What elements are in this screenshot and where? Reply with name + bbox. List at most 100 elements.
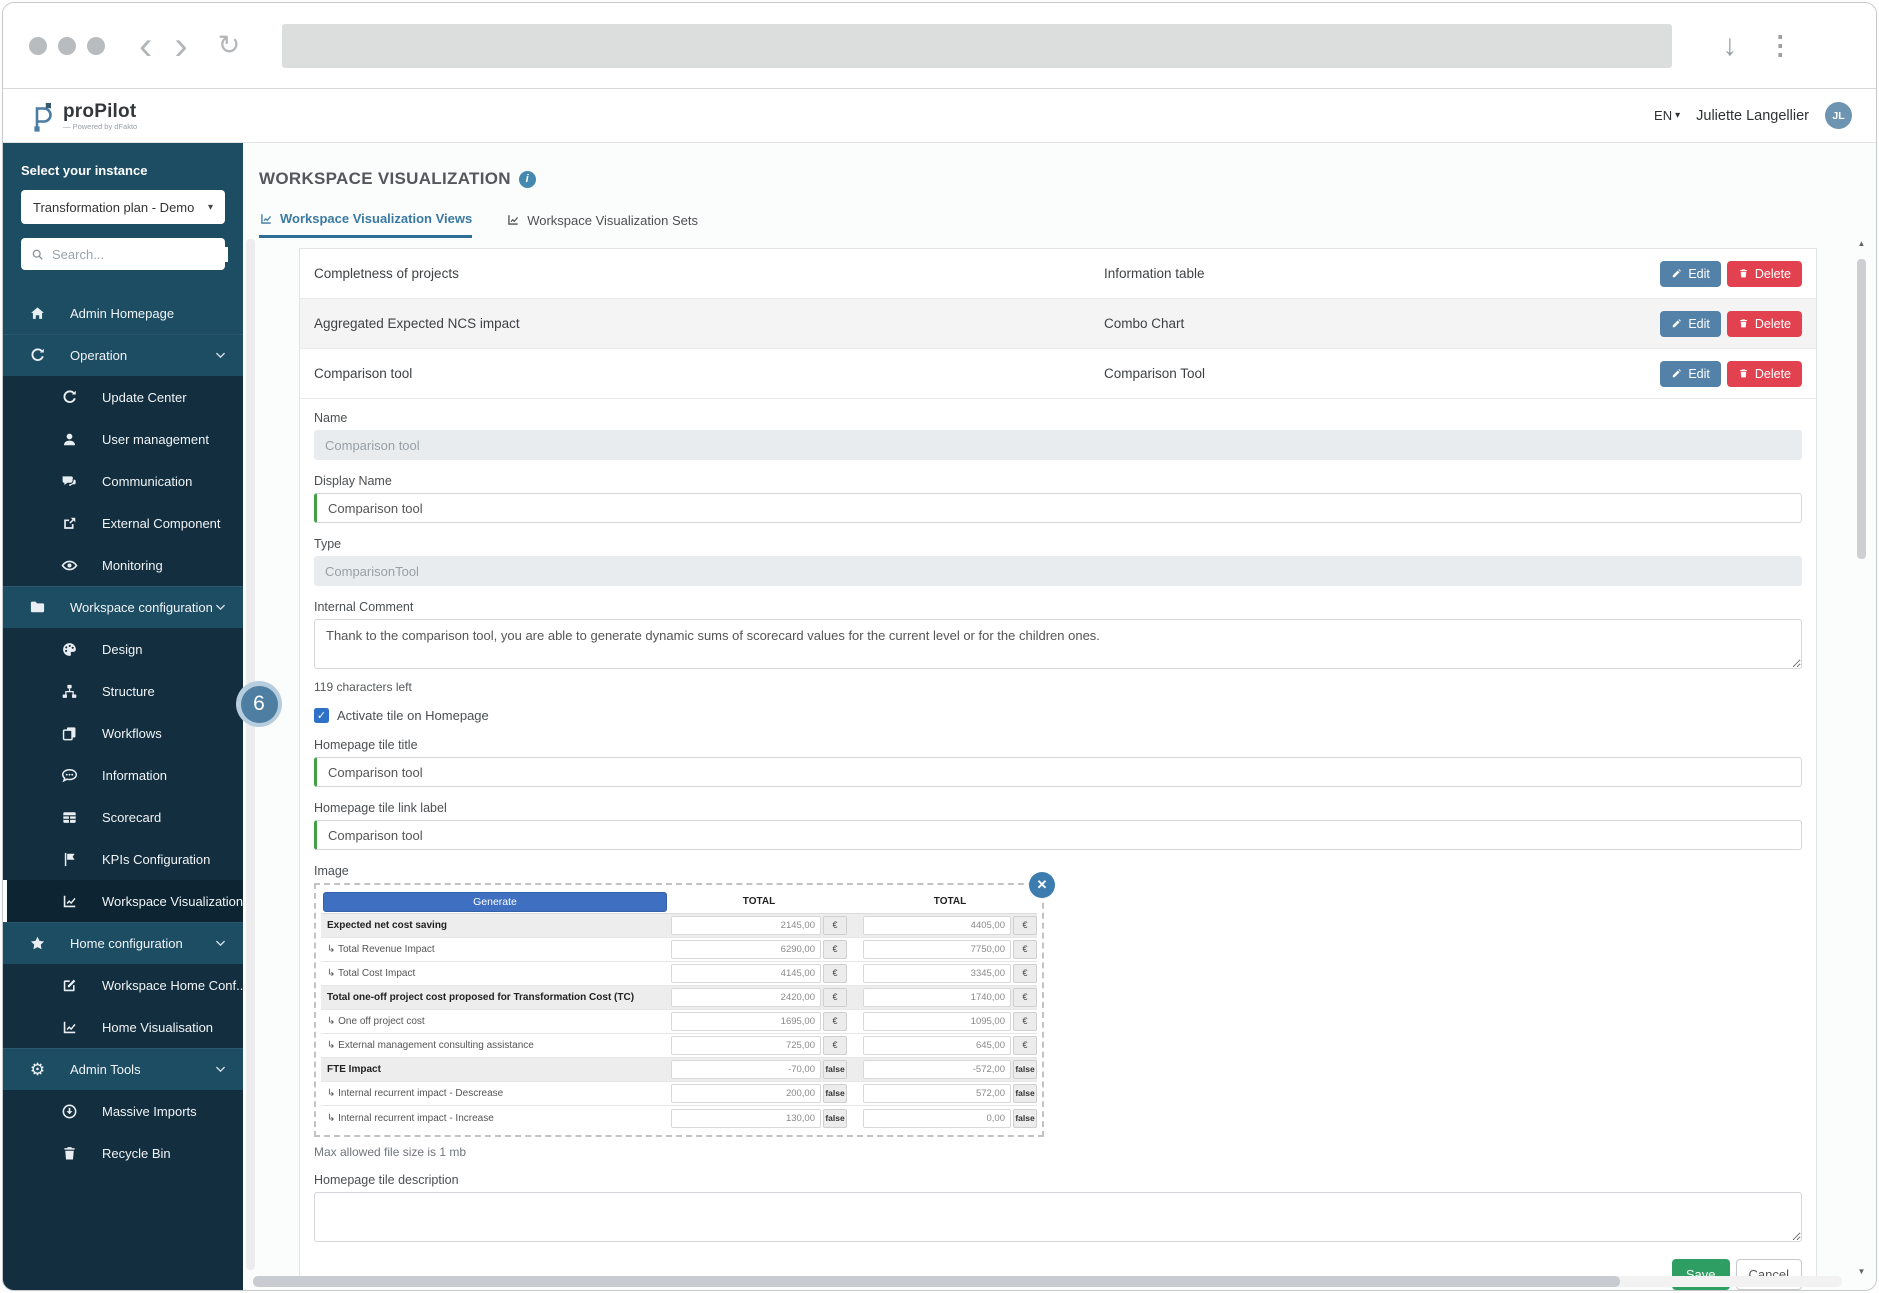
remove-image-button[interactable]: ✕ [1029, 872, 1055, 898]
trash-icon [1738, 318, 1749, 329]
list-row-aggregated-expected-ncs-impact[interactable]: Aggregated Expected NCS impact Combo Cha… [300, 299, 1816, 349]
preview-row: ↳ Total Revenue Impact 6290,00 € 7750,00… [321, 938, 1037, 962]
chevron-down-icon [214, 349, 227, 362]
delete-button[interactable]: Delete [1727, 311, 1802, 337]
list-row-completness-of-projects[interactable]: Completness of projects Information tabl… [300, 249, 1816, 299]
folder-icon [29, 599, 46, 616]
scroll-up-icon[interactable]: ▲ [1854, 239, 1869, 248]
sidebar-group-workspace-configuration[interactable]: Workspace configuration [3, 586, 243, 628]
horizontal-scrollbar[interactable] [253, 1276, 1842, 1287]
chart-icon [61, 1019, 78, 1036]
display-name-field[interactable] [314, 493, 1802, 523]
address-bar[interactable] [282, 24, 1672, 68]
chart-icon [61, 893, 78, 910]
edit-button[interactable]: Edit [1660, 311, 1721, 337]
internal-comment-field[interactable]: Thank to the comparison tool, you are ab… [314, 619, 1802, 669]
reload-icon[interactable]: ↻ [218, 30, 241, 61]
scroll-down-icon[interactable]: ▼ [1854, 1267, 1869, 1276]
window-controls[interactable] [29, 37, 105, 55]
sidebar-item-update-center[interactable]: Update Center [3, 376, 243, 418]
view-name: Comparison tool [314, 366, 1104, 381]
preview-row: ↳ Total Cost Impact 4145,00 € 3345,00 € [321, 962, 1037, 986]
sync-icon [29, 347, 46, 364]
window-control-dot[interactable] [58, 37, 76, 55]
sidebar-item-home-visualisation[interactable]: Home Visualisation [3, 1006, 243, 1048]
search-input[interactable] [52, 247, 228, 262]
propilot-logo-icon [27, 100, 55, 132]
brand[interactable]: proPilot — Powered by dFakto [27, 100, 137, 132]
back-icon[interactable]: ‹ [139, 26, 152, 66]
list-row-comparison-tool[interactable]: Comparison tool Comparison Tool Edit Del… [300, 349, 1816, 399]
sidebar-item-communication[interactable]: Communication [3, 460, 243, 502]
sidebar-item-workspace-visualization[interactable]: Workspace Visualization [3, 880, 243, 922]
window-control-dot[interactable] [87, 37, 105, 55]
comment-icon [61, 767, 78, 784]
browser-menu-icon[interactable]: ⋮ [1767, 30, 1793, 61]
sidebar-item-recycle-bin[interactable]: Recycle Bin [3, 1132, 243, 1174]
view-name: Aggregated Expected NCS impact [314, 316, 1104, 331]
language-label: EN [1654, 108, 1672, 123]
forward-icon[interactable]: › [174, 26, 187, 66]
delete-button[interactable]: Delete [1727, 261, 1802, 287]
user-icon [61, 431, 78, 448]
sidebar-item-kpis-configuration[interactable]: KPIs Configuration [3, 838, 243, 880]
instance-select[interactable]: Transformation plan - Demo ▾ [21, 190, 225, 224]
tile-link-field[interactable] [314, 820, 1802, 850]
tile-link-label: Homepage tile link label [314, 801, 1802, 815]
sidebar-search[interactable] [21, 238, 225, 270]
vertical-scrollbar[interactable]: ▲ ▼ [1854, 239, 1869, 1276]
max-file-size-note: Max allowed file size is 1 mb [314, 1145, 1802, 1159]
close-icon: ✕ [1037, 877, 1048, 893]
sidebar-item-massive-imports[interactable]: Massive Imports [3, 1090, 243, 1132]
info-icon[interactable]: i [519, 171, 536, 188]
user-name[interactable]: Juliette Langellier [1696, 108, 1809, 124]
sidebar-item-user-management[interactable]: User management [3, 418, 243, 460]
sidebar-item-monitoring[interactable]: Monitoring [3, 544, 243, 586]
chevron-down-icon [214, 937, 227, 950]
download-icon[interactable]: ↓ [1722, 29, 1737, 63]
activate-tile-checkbox[interactable]: ✓ [314, 708, 329, 723]
chevron-down-icon [214, 601, 227, 614]
instance-label: Select your instance [21, 163, 225, 178]
brand-name: proPilot [63, 101, 137, 123]
sidebar-group-admin-tools[interactable]: ⚙ Admin Tools [3, 1048, 243, 1090]
delete-button[interactable]: Delete [1727, 361, 1802, 387]
sidebar-item-scorecard[interactable]: Scorecard [3, 796, 243, 838]
sidebar: Select your instance Transformation plan… [3, 143, 243, 1290]
preview-row: ↳ Internal recurrent impact - Descrease … [321, 1082, 1037, 1106]
sidebar-item-workspace-home-conf[interactable]: Workspace Home Conf... [3, 964, 243, 1006]
horizontal-scrollbar-thumb[interactable] [253, 1276, 1620, 1287]
sidebar-item-admin-homepage[interactable]: Admin Homepage [3, 292, 243, 334]
chat-bubbles-icon [61, 473, 78, 490]
sitemap-icon [61, 683, 78, 700]
sidebar-group-home-configuration[interactable]: Home configuration [3, 922, 243, 964]
page-title: WORKSPACE VISUALIZATION i [259, 169, 1876, 189]
tab-bar: Workspace Visualization Views Workspace … [259, 211, 1876, 238]
flag-icon [61, 851, 78, 868]
edit-button[interactable]: Edit [1660, 361, 1721, 387]
tab-workspace-visualization-views[interactable]: Workspace Visualization Views [259, 211, 472, 238]
browser-chrome: ‹ › ↻ ↓ ⋮ [3, 3, 1876, 89]
vertical-scrollbar-thumb[interactable] [1857, 259, 1866, 559]
view-type: Comparison Tool [1104, 366, 1660, 381]
window-control-dot[interactable] [29, 37, 47, 55]
sidebar-item-workflows[interactable]: Workflows [3, 712, 243, 754]
trash-icon [61, 1145, 78, 1162]
star-icon [29, 935, 46, 952]
sidebar-item-structure[interactable]: Structure [3, 670, 243, 712]
tab-workspace-visualization-sets[interactable]: Workspace Visualization Sets [506, 211, 698, 238]
gear-icon: ⚙ [29, 1061, 46, 1078]
palette-icon [61, 641, 78, 658]
sidebar-item-information[interactable]: Information [3, 754, 243, 796]
tile-description-field[interactable] [314, 1192, 1802, 1242]
preview-row: Expected net cost saving 2145,00 € 4405,… [321, 914, 1037, 938]
language-selector[interactable]: EN ▾ [1654, 108, 1680, 123]
tile-title-label: Homepage tile title [314, 738, 1802, 752]
avatar[interactable]: JL [1825, 102, 1852, 129]
sidebar-item-design[interactable]: Design [3, 628, 243, 670]
edit-button[interactable]: Edit [1660, 261, 1721, 287]
sidebar-group-operation[interactable]: Operation [3, 334, 243, 376]
tile-title-field[interactable] [314, 757, 1802, 787]
browser-window: ‹ › ↻ ↓ ⋮ proPilot — Powered by dFakto E… [2, 2, 1877, 1291]
sidebar-item-external-component[interactable]: External Component [3, 502, 243, 544]
